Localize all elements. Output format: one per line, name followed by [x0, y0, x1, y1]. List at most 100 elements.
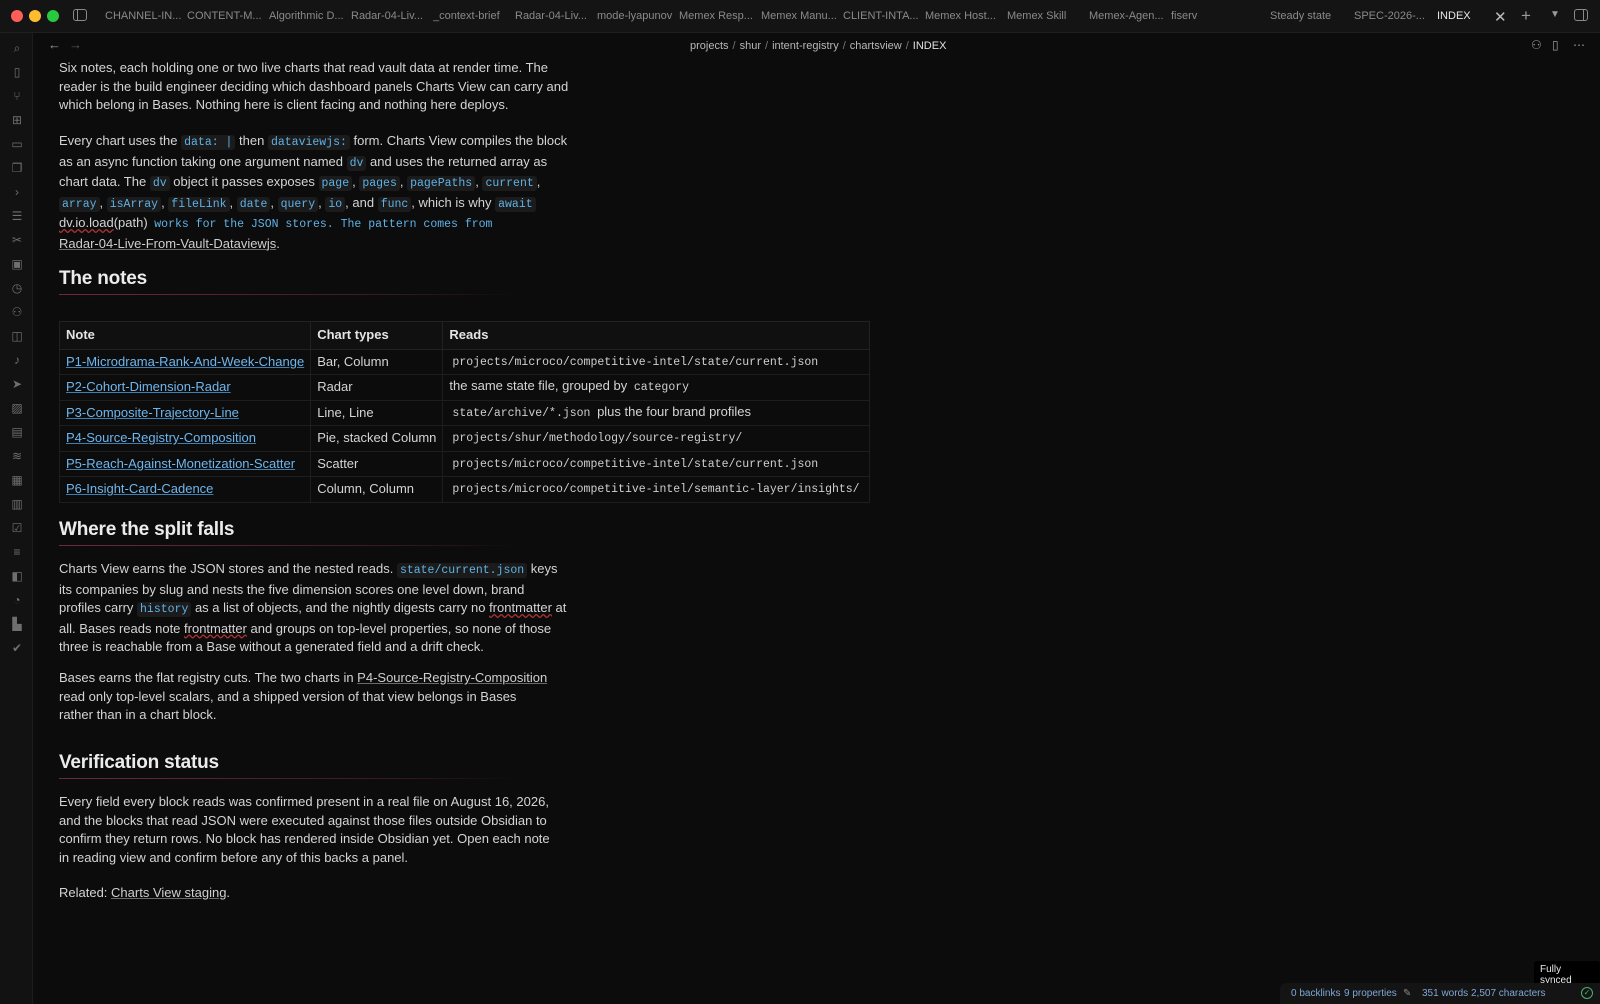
- forward-arrow-icon[interactable]: →: [69, 37, 82, 52]
- heading-divider: [59, 294, 519, 295]
- note-link[interactable]: P4-Source-Registry-Composition: [66, 430, 256, 445]
- tab[interactable]: mode-lyapunov: [597, 0, 673, 33]
- tab-active[interactable]: INDEX: [1437, 0, 1497, 33]
- note-link[interactable]: P1-Microdrama-Rank-And-Week-Change: [66, 354, 304, 369]
- chart-types-cell: Pie, stacked Column: [310, 425, 444, 452]
- canvas-icon[interactable]: ⊞: [10, 113, 24, 127]
- note-link[interactable]: P2-Cohort-Dimension-Radar: [66, 379, 231, 394]
- view-header: ← → projects / shur / intent-registry / charts…: [33, 33, 1600, 59]
- verification-paragraph: Every field every block reads was confir…: [59, 794, 550, 865]
- more-options-icon[interactable]: ⋯: [1573, 38, 1585, 52]
- breadcrumb-item[interactable]: chartsview: [850, 40, 902, 52]
- timer-icon[interactable]: ◔: [10, 593, 24, 607]
- columns-icon[interactable]: ◧: [10, 569, 24, 583]
- calendar-icon[interactable]: ▭: [10, 137, 24, 151]
- graph-icon[interactable]: ⑂: [10, 89, 24, 103]
- close-tab-icon[interactable]: ✕: [1494, 8, 1507, 26]
- notes-table: Note Chart types Reads P1-Microdrama-Ran…: [58, 321, 870, 503]
- tab[interactable]: Memex Skill: [1007, 0, 1083, 33]
- right-sidebar-toggle-icon[interactable]: [1574, 9, 1588, 21]
- window-maximize-button[interactable]: [47, 10, 59, 22]
- breadcrumb: projects / shur / intent-registry / chartsview…: [690, 40, 947, 52]
- calendar-week-icon[interactable]: ▥: [10, 497, 24, 511]
- tab[interactable]: Memex Host...: [925, 0, 1001, 33]
- back-arrow-icon[interactable]: ←: [48, 37, 61, 52]
- tab[interactable]: _context-brief: [433, 0, 509, 33]
- reads-cell: the same state file, grouped by category: [442, 374, 870, 401]
- chart-types-cell: Radar: [310, 374, 444, 401]
- tab[interactable]: CHANNEL-IN...: [105, 0, 181, 33]
- bullet-list-icon[interactable]: ≡: [10, 545, 24, 559]
- box-icon[interactable]: ◫: [10, 329, 24, 343]
- tab-bar: CHANNEL-IN... CONTENT-M... Algorithmic D…: [98, 0, 1518, 33]
- tab[interactable]: Algorithmic D...: [269, 0, 345, 33]
- mic-icon[interactable]: ♪: [10, 353, 24, 367]
- console-icon[interactable]: ▣: [10, 257, 24, 271]
- chart-types-cell: Bar, Column: [310, 348, 444, 375]
- nodes-icon[interactable]: ⚇: [10, 305, 24, 319]
- tab[interactable]: Radar-04-Liv...: [515, 0, 591, 33]
- internal-link-p4[interactable]: P4-Source-Registry-Composition: [357, 670, 547, 685]
- new-tab-icon[interactable]: +: [1521, 6, 1531, 26]
- bar-chart-icon[interactable]: ▙: [10, 617, 24, 631]
- tab[interactable]: Radar-04-Liv...: [351, 0, 427, 33]
- checkbox-icon[interactable]: ☑: [10, 521, 24, 535]
- tab[interactable]: fiserv: [1171, 0, 1247, 33]
- related-link[interactable]: Charts View staging: [111, 885, 226, 900]
- table-row: P6-Insight-Card-Cadence Column, Column p…: [58, 476, 870, 503]
- layers-icon[interactable]: ≋: [10, 449, 24, 463]
- edit-mode-icon[interactable]: ✎: [1403, 988, 1411, 999]
- image-icon[interactable]: ▨: [10, 401, 24, 415]
- tab[interactable]: Memex-Agen...: [1089, 0, 1165, 33]
- left-ribbon: ⌕ ▯ ⑂ ⊞ ▭ ❐ › ☰ ✂ ▣ ◷ ⚇ ◫ ♪ ➤ ▨ ▤ ≋ ▦ ▥ …: [0, 33, 33, 1004]
- tab[interactable]: SPEC-2026-...: [1354, 0, 1430, 33]
- tools-icon[interactable]: ✂: [10, 233, 24, 247]
- terminal-icon[interactable]: ›: [10, 185, 24, 199]
- calendar-day-icon[interactable]: ▦: [10, 473, 24, 487]
- breadcrumb-current[interactable]: INDEX: [913, 40, 947, 52]
- heading-the-notes: The notes: [59, 268, 147, 289]
- breadcrumb-item[interactable]: shur: [740, 40, 761, 52]
- list-icon[interactable]: ☰: [10, 209, 24, 223]
- tab[interactable]: CONTENT-M...: [187, 0, 263, 33]
- related-line: Related: Charts View staging.: [59, 885, 231, 900]
- tab[interactable]: CLIENT-INTA...: [843, 0, 919, 33]
- reads-cell: state/archive/*.json plus the four brand…: [442, 399, 870, 426]
- reading-view-icon[interactable]: ▯: [1552, 38, 1559, 52]
- send-icon[interactable]: ➤: [10, 377, 24, 391]
- layout-icon[interactable]: ▤: [10, 425, 24, 439]
- table-row: P5-Reach-Against-Monetization-Scatter Sc…: [58, 450, 870, 477]
- check-icon[interactable]: ✔: [10, 641, 24, 655]
- sync-status-icon[interactable]: ✓: [1581, 987, 1593, 999]
- table-row: P4-Source-Registry-Composition Pie, stac…: [58, 425, 870, 452]
- graph-view-icon[interactable]: ⚇: [1531, 38, 1542, 52]
- tab-list-chevron-icon[interactable]: ▼: [1550, 9, 1560, 20]
- tab[interactable]: Steady state: [1270, 0, 1346, 33]
- backlinks-count[interactable]: 0 backlinks: [1291, 988, 1340, 999]
- breadcrumb-item[interactable]: projects: [690, 40, 729, 52]
- heading-divider: [59, 778, 519, 779]
- note-link[interactable]: P5-Reach-Against-Monetization-Scatter: [66, 456, 295, 471]
- breadcrumb-item[interactable]: intent-registry: [772, 40, 839, 52]
- left-sidebar-toggle-icon[interactable]: [73, 9, 87, 21]
- status-bar: 0 backlinks 9 properties ✎ 351 words 2,5…: [1280, 983, 1600, 1004]
- window-close-button[interactable]: [11, 10, 23, 22]
- clock-icon[interactable]: ◷: [10, 281, 24, 295]
- tab[interactable]: Memex Manu...: [761, 0, 837, 33]
- note-link[interactable]: P3-Composite-Trajectory-Line: [66, 405, 239, 420]
- search-icon[interactable]: ⌕: [10, 41, 24, 55]
- column-header-chart-types: Chart types: [310, 321, 444, 350]
- internal-link-radar-04[interactable]: Radar-04-Live-From-Vault-Dataviewjs: [59, 236, 276, 251]
- window-minimize-button[interactable]: [29, 10, 41, 22]
- title-bar: CHANNEL-IN... CONTENT-M... Algorithmic D…: [0, 0, 1600, 33]
- intro-paragraph-1: Six notes, each holding one or two live …: [59, 60, 569, 112]
- copy-icon[interactable]: ❐: [10, 161, 24, 175]
- column-header-note: Note: [58, 321, 312, 350]
- properties-count[interactable]: 9 properties: [1344, 988, 1397, 999]
- file-icon[interactable]: ▯: [10, 65, 24, 79]
- column-header-reads: Reads: [442, 321, 870, 350]
- heading-where-the-split-falls: Where the split falls: [59, 519, 235, 540]
- tab[interactable]: Memex Resp...: [679, 0, 755, 33]
- note-link[interactable]: P6-Insight-Card-Cadence: [66, 481, 213, 496]
- reads-cell: projects/microco/competitive-intel/seman…: [442, 476, 870, 503]
